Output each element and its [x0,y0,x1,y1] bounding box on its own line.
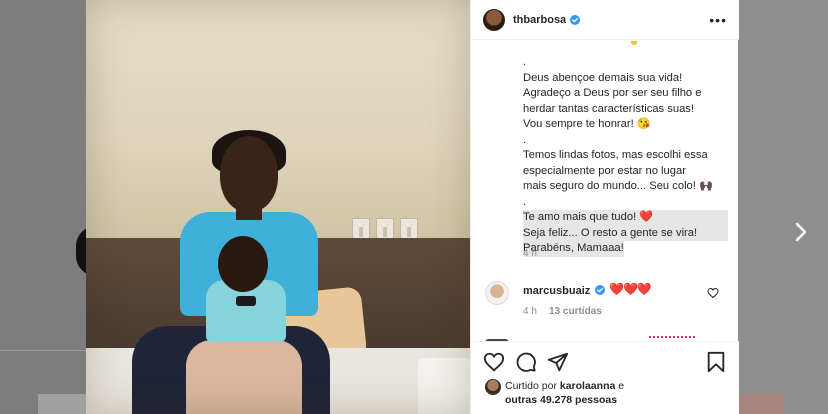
background-thumbnail-left [38,394,86,414]
verified-badge-icon [570,14,581,25]
clipped-emoji [631,41,637,45]
comment-timestamp: 4 h [523,306,537,317]
commenter-avatar[interactable] [485,281,509,305]
background-divider [0,350,86,351]
liked-by-line: Curtido por karolaanna e [505,380,625,392]
bookmark-icon[interactable] [705,351,727,373]
chevron-right-icon [795,222,807,242]
heart-icon[interactable] [483,351,505,373]
comment-item: marcusbuaiz ❤️❤️❤️ 4 h 13 curtidas [471,277,739,323]
background-thumbnail-right [738,394,784,414]
likes-count[interactable]: outras 49.278 pessoas [505,394,617,406]
commenter-username[interactable]: marcusbuaiz [523,285,590,297]
comment-like-icon[interactable] [707,287,719,299]
post-photo [86,0,470,414]
likes-summary: Curtido por karolaanna e outras 49.278 p… [471,374,739,414]
comment-icon[interactable] [515,351,537,373]
selected-text: Seja feliz... O resto a gente se vira! [523,225,728,241]
background-post-left [0,0,86,414]
author-avatar[interactable] [483,8,505,31]
liker-avatar[interactable] [485,379,501,395]
post-timestamp[interactable]: 4 h [523,248,537,259]
share-icon[interactable] [547,351,569,373]
post-caption: . Deus abençoe demais sua vida! Agradeço… [523,55,728,257]
comment-likes-count[interactable]: 13 curtidas [549,306,602,317]
next-post-button[interactable] [790,218,812,246]
post-sidebar: thbarbosa ••• . Deus abençoe demais sua … [470,0,739,414]
selected-text: Te amo mais que tudo! ❤️ [523,210,728,226]
post-modal: thbarbosa ••• . Deus abençoe demais sua … [86,0,739,414]
post-header: thbarbosa ••• [471,0,739,40]
comment-text: ❤️❤️❤️ [609,282,652,296]
comments-section: . Deus abençoe demais sua vida! Agradeço… [471,41,739,341]
action-bar [471,341,739,374]
selected-text: Parabéns, Mamaaa! [523,241,624,257]
author-username[interactable]: thbarbosa [513,14,566,26]
verified-badge-icon [595,285,605,295]
more-options-icon[interactable]: ••• [709,13,727,27]
liker-username[interactable]: karolaanna [560,380,615,392]
next-comment-text [649,336,695,340]
